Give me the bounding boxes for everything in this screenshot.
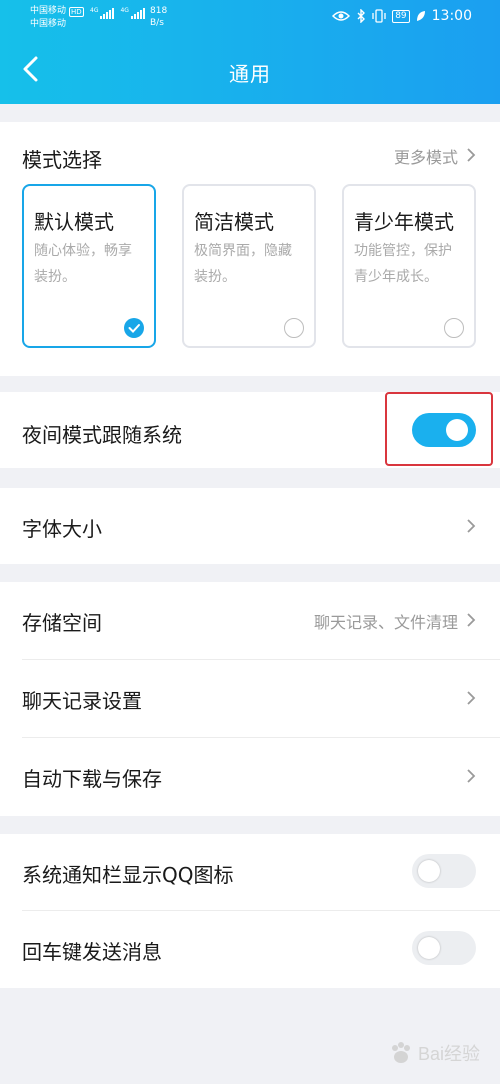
chat-history-row[interactable]: 聊天记录设置 [0,660,500,738]
watermark-text: Bai经验 [417,1044,480,1064]
chevron-right-icon [467,519,476,533]
notification-group: 系统通知栏显示QQ图标 回车键发送消息 [0,834,500,988]
toggle-knob [418,937,440,959]
page-title: 通用 [229,62,271,86]
mode-description: 功能管控，保护青少年成长。 [354,243,452,285]
mode-description: 极简界面，隐藏装扮。 [194,243,292,285]
signal-label-2: 4G [120,7,129,14]
storage-hint: 聊天记录、文件清理 [313,613,458,632]
mode-card-simple[interactable]: 简洁模式 极简界面，隐藏装扮。 [182,184,316,348]
hd-badge: HD [69,6,84,17]
battery-icon: 89 [392,9,410,23]
network-speed-value: 818 [150,6,168,16]
mode-select-title: 模式选择 [22,148,102,172]
auto-download-row[interactable]: 自动下载与保存 [0,738,500,816]
font-size-row[interactable]: 字体大小 [0,488,500,564]
eye-icon [332,11,351,21]
storage-row[interactable]: 存储空间 聊天记录、文件清理 [0,582,500,660]
mode-radio[interactable] [284,318,304,338]
more-modes-link[interactable]: 更多模式 [394,144,458,168]
notify-qq-icon-toggle[interactable] [412,854,476,888]
mode-radio[interactable] [444,318,464,338]
signal-icons: 4G 4G [90,8,145,19]
bluetooth-icon [357,9,366,23]
mode-title: 青少年模式 [354,210,454,234]
notify-qq-icon-row: 系统通知栏显示QQ图标 [0,834,500,910]
toggle-knob [418,860,440,882]
watermark: Bai经验 [388,1040,480,1066]
enter-send-row: 回车键发送消息 [0,911,500,988]
chevron-right-icon [467,691,476,705]
network-speed-unit: B/s [150,18,164,28]
chevron-right-icon [467,769,476,783]
mode-title: 默认模式 [34,210,114,234]
status-icons-right: 89 13:00 [332,8,472,24]
mode-title: 简洁模式 [194,210,274,234]
status-time: 13:00 [431,8,472,24]
network-speed: 818 B/s [150,5,167,29]
paw-icon [391,1042,410,1063]
highlight-annotation [385,392,493,466]
auto-download-label: 自动下载与保存 [22,767,162,791]
leaf-icon [416,11,425,21]
app-header: 中国移动 HD 中国移动 4G 4G 818 B/s 89 13:00 通用 [0,0,500,104]
vibrate-icon [372,9,386,23]
storage-group: 存储空间 聊天记录、文件清理 聊天记录设置 自动下载与保存 [0,582,500,816]
mode-radio-checked[interactable] [124,318,144,338]
signal-strength-icon: 4G [120,7,145,19]
check-icon [128,324,140,333]
mode-description: 随心体验，畅享装扮。 [34,243,132,285]
mode-card-teen[interactable]: 青少年模式 功能管控，保护青少年成长。 [342,184,476,348]
night-mode-label: 夜间模式跟随系统 [22,423,182,447]
chevron-right-icon [467,613,476,627]
enter-send-toggle[interactable] [412,931,476,965]
signal-strength-icon: 4G [90,7,115,19]
signal-label-1: 4G [90,7,99,14]
chat-history-label: 聊天记录设置 [22,689,142,713]
mode-card-default[interactable]: 默认模式 随心体验，畅享装扮。 [22,184,156,348]
notify-qq-icon-label: 系统通知栏显示QQ图标 [22,863,234,887]
status-bar: 中国移动 HD 中国移动 4G 4G 818 B/s 89 13:00 [0,0,500,36]
chevron-right-icon[interactable] [466,147,476,163]
font-size-label: 字体大小 [22,517,102,541]
carrier-name-1: 中国移动 [30,6,67,16]
storage-label: 存储空间 [22,611,102,635]
enter-send-label: 回车键发送消息 [22,940,162,964]
carrier-info: 中国移动 HD 中国移动 [30,5,84,31]
carrier-name-2: 中国移动 [30,19,67,29]
